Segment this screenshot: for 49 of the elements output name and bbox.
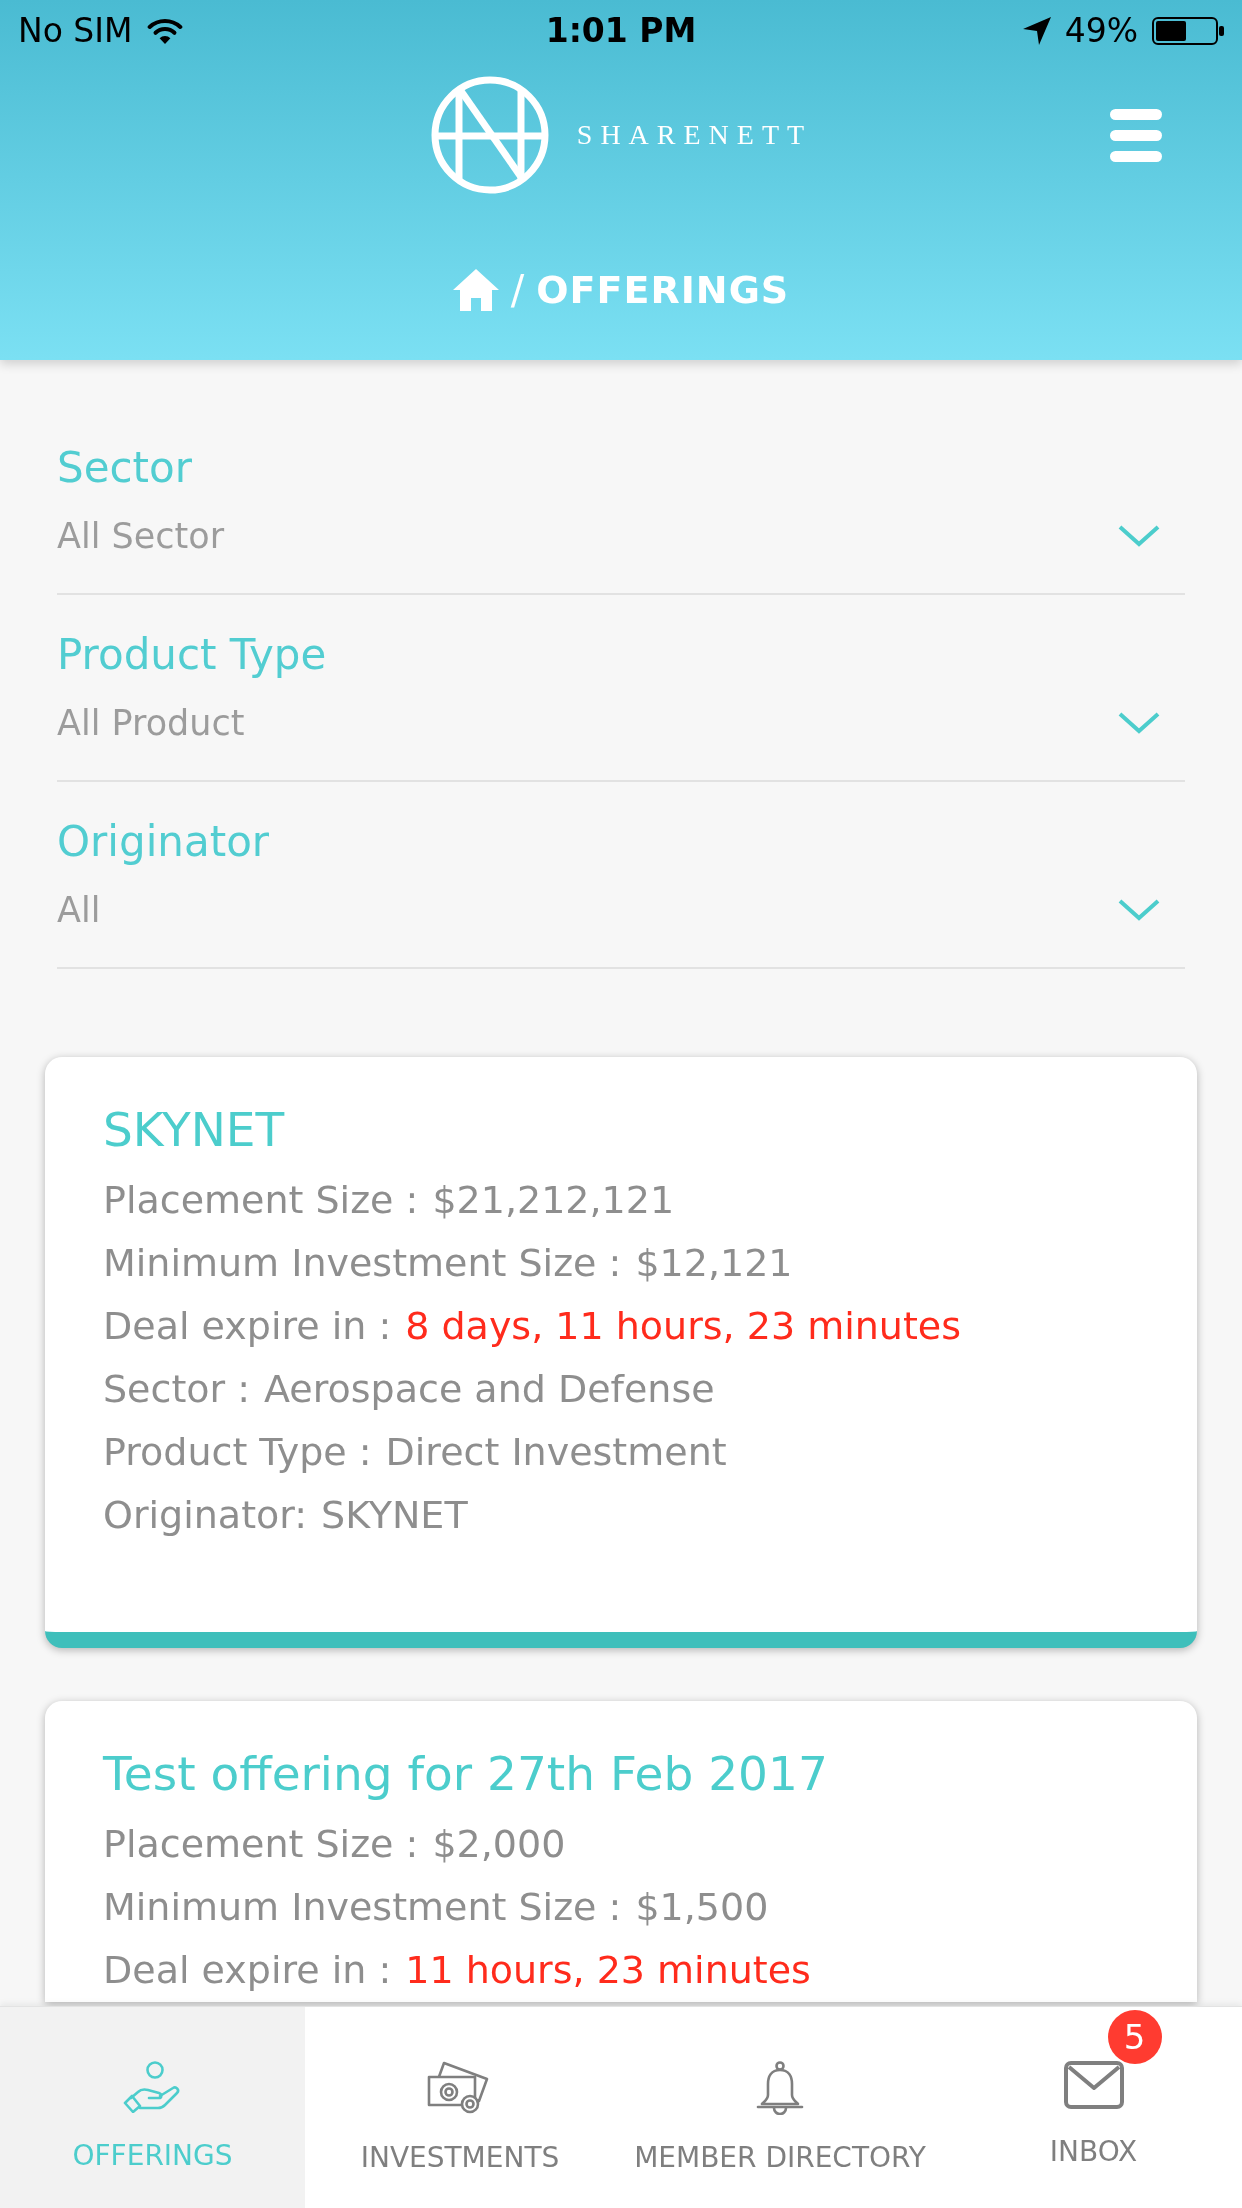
battery-icon bbox=[1152, 17, 1224, 45]
detail-label: Sector : bbox=[103, 1366, 251, 1413]
detail-label: Minimum Investment Size : bbox=[103, 1240, 622, 1287]
detail-value: $12,121 bbox=[635, 1240, 793, 1287]
filter-label: Product Type bbox=[57, 630, 327, 680]
detail-value: Aerospace and Defense bbox=[264, 1366, 715, 1413]
dropdown-field[interactable]: All Product bbox=[57, 680, 1185, 782]
detail-label: Originator: bbox=[103, 1492, 308, 1539]
offering-card[interactable]: SKYNET Placement Size : $21,212,121 Minimum Investment Size : $12,121 Deal expire in : 8 days, 11 hours, 23 minutes Sector : Aerospace and Defense Product Type : Direct Investment Originator: SKYNET bbox=[45, 1057, 1197, 1648]
notification-badge: 5 bbox=[1107, 2010, 1162, 2064]
offering-card[interactable]: Test offering for 27th Feb 2017 Placement Size : $2,000 Minimum Investment Size : $1,500 Deal expire in : 11 hours, 23 minutes bbox=[45, 1701, 1197, 2002]
location-arrow-icon bbox=[1022, 17, 1051, 45]
detail-label: Deal expire in : bbox=[103, 1303, 392, 1350]
detail-value: $1,500 bbox=[635, 1884, 769, 1931]
logo-icon bbox=[429, 75, 550, 195]
offering-title: Test offering for 27th Feb 2017 bbox=[103, 1745, 828, 1803]
nav-tab[interactable]: MEMBER DIRECTORY bbox=[615, 2007, 945, 2208]
chevron-down-icon bbox=[1118, 899, 1160, 921]
dropdown-field[interactable]: All Sector bbox=[57, 493, 1185, 595]
detail-label: Product Type : bbox=[103, 1429, 372, 1476]
battery-percentage: 49% bbox=[1064, 11, 1138, 51]
detail-value: SKYNET bbox=[321, 1492, 468, 1539]
menu-icon[interactable] bbox=[1110, 108, 1162, 162]
detail-value: $21,212,121 bbox=[432, 1177, 675, 1224]
status-time: 1:01 PM bbox=[545, 11, 697, 51]
nav-tab[interactable]: INBOX 5 bbox=[945, 2007, 1242, 2208]
filter-label: Originator bbox=[57, 817, 270, 867]
chevron-down-icon bbox=[1118, 712, 1160, 734]
detail-label: Minimum Investment Size : bbox=[103, 1884, 622, 1931]
expiry-countdown: 11 hours, 23 minutes bbox=[405, 1947, 811, 1994]
detail-label: Placement Size : bbox=[103, 1821, 419, 1868]
detail-label: Placement Size : bbox=[103, 1177, 419, 1224]
filter-label: Sector bbox=[57, 443, 193, 493]
home-icon[interactable] bbox=[452, 269, 499, 311]
chevron-down-icon bbox=[1118, 525, 1160, 547]
detail-value: $2,000 bbox=[432, 1821, 566, 1868]
detail-value: Direct Investment bbox=[385, 1429, 727, 1476]
dropdown-field[interactable]: All bbox=[57, 867, 1185, 969]
expiry-countdown: 8 days, 11 hours, 23 minutes bbox=[405, 1303, 961, 1350]
breadcrumb-separator: / bbox=[510, 266, 525, 314]
offering-title: SKYNET bbox=[103, 1101, 285, 1159]
carrier-name: No SIM bbox=[18, 11, 133, 51]
envelope-icon bbox=[1063, 2061, 1124, 2109]
nav-tab[interactable]: INVESTMENTS bbox=[305, 2007, 615, 2208]
page-title: OFFERINGS bbox=[536, 267, 790, 314]
brand-name: SHARENETT bbox=[576, 118, 813, 152]
bell-icon bbox=[755, 2061, 805, 2115]
wifi-icon bbox=[146, 17, 183, 45]
detail-label: Deal expire in : bbox=[103, 1947, 392, 1994]
